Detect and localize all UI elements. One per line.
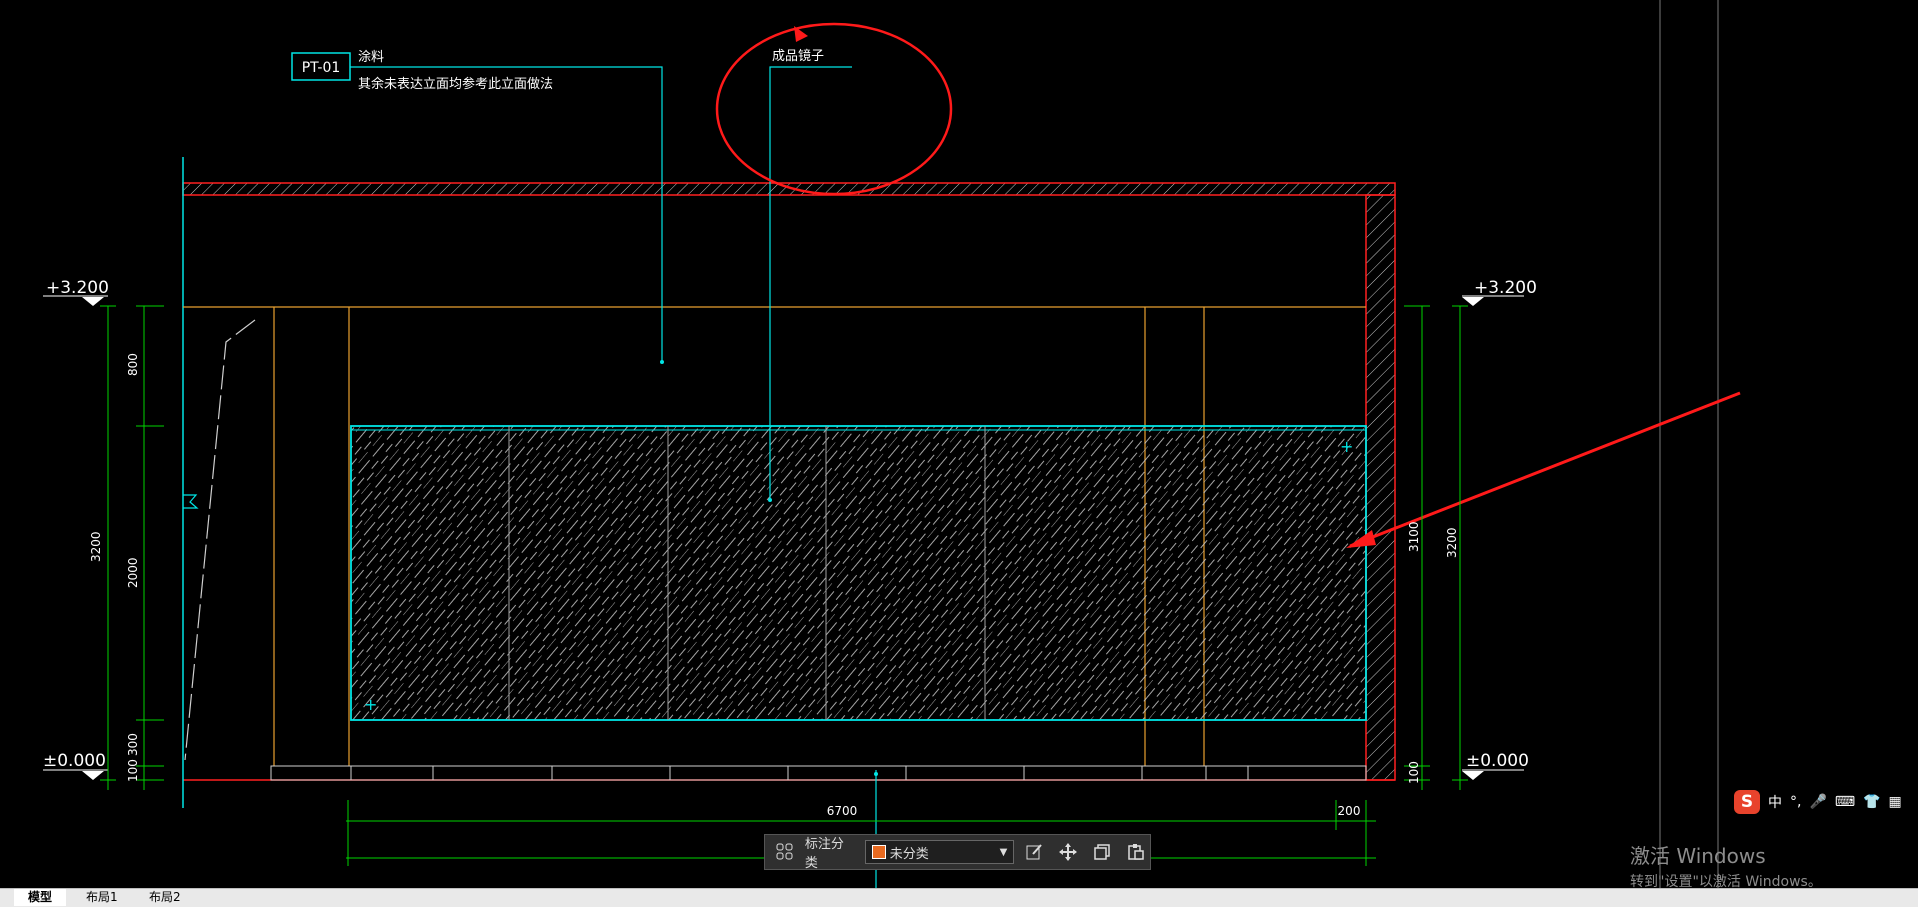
category-label: 标注分类 <box>804 837 844 871</box>
ceiling-slab <box>182 182 1396 196</box>
dim-100-left: 100 <box>126 759 140 782</box>
layout-tabs: 模型 布局1 布局2 <box>0 888 1918 907</box>
keyboard-icon[interactable]: ⌨ <box>1835 794 1855 810</box>
paint-leader <box>350 66 663 362</box>
paint-note: 涂料 <box>358 49 384 65</box>
level-mark-bottom-right: ±0.000 <box>1462 751 1529 780</box>
elevation-drawing: + + PT-01 涂料 其余未表达立面均参考此立面做法 成品镜子 +3.200 <box>43 0 1741 888</box>
dim-100-right: 100 <box>1407 761 1421 784</box>
door-swing-line <box>184 319 256 761</box>
dimension-category-toolbar: 标注分类 未分类 ▼ <box>764 834 1151 871</box>
material-tag-code: PT-01 <box>302 60 341 76</box>
level-mark-top-right: +3.200 <box>1462 278 1537 306</box>
dim-800: 800 <box>126 353 140 376</box>
apps-icon[interactable]: ▦ <box>1889 794 1902 810</box>
category-color-swatch <box>871 845 886 859</box>
break-symbol <box>183 494 199 509</box>
annotation-ellipse <box>715 22 953 196</box>
mirror-note: 成品镜子 <box>772 49 824 64</box>
shirt-icon[interactable]: 👕 <box>1863 794 1880 810</box>
dim-200: 200 <box>1338 804 1361 818</box>
svg-text:+: + <box>1340 437 1353 456</box>
mirror-panel: + + <box>350 425 1367 721</box>
dim-3100: 3100 <box>1407 521 1421 552</box>
category-select-value: 未分类 <box>889 846 929 862</box>
level-mark-bottom-left: ±0.000 <box>43 751 108 780</box>
svg-text:±0.000: ±0.000 <box>1466 751 1529 771</box>
svg-text:+3.200: +3.200 <box>1474 278 1537 298</box>
dim-300: 300 <box>126 733 140 756</box>
dim-2000: 2000 <box>126 557 140 588</box>
category-select[interactable]: 未分类 ▼ <box>864 840 1015 864</box>
dim-3200-left: 3200 <box>89 531 103 562</box>
left-dimensions <box>100 305 164 790</box>
grid-icon[interactable] <box>771 838 799 866</box>
watermark-title: 激活 Windows <box>1630 844 1766 868</box>
copy-icon[interactable] <box>1088 838 1116 866</box>
chevron-down-icon: ▼ <box>999 846 1008 858</box>
dim-3200-right: 3200 <box>1445 527 1459 558</box>
tab-layout1[interactable]: 布局1 <box>72 889 132 906</box>
activation-watermark: 激活 Windows 转到"设置"以激活 Windows。 <box>1630 840 1822 891</box>
svg-text:±0.000: ±0.000 <box>43 751 106 771</box>
mic-icon[interactable]: 🎤 <box>1809 794 1826 810</box>
right-wall <box>1365 194 1396 781</box>
ime-toolbar: S 中 °, 🎤 ⌨ 👕 ▦ <box>1734 790 1902 814</box>
paste-icon[interactable] <box>1122 838 1150 866</box>
svg-text:+3.200: +3.200 <box>46 278 109 298</box>
dim-6700: 6700 <box>827 804 858 818</box>
paint-note-detail: 其余未表达立面均参考此立面做法 <box>358 76 553 92</box>
svg-text:+: + <box>364 695 377 714</box>
cad-drawing-canvas[interactable]: + + PT-01 涂料 其余未表达立面均参考此立面做法 成品镜子 +3.200 <box>0 0 1918 888</box>
ime-punctuation[interactable]: °, <box>1790 794 1801 810</box>
edit-icon[interactable] <box>1020 838 1048 866</box>
ime-logo[interactable]: S <box>1734 790 1760 814</box>
tab-layout2[interactable]: 布局2 <box>135 889 195 906</box>
move-icon[interactable] <box>1054 838 1082 866</box>
tab-model[interactable]: 模型 <box>14 889 67 906</box>
level-mark-top-left: +3.200 <box>43 278 109 306</box>
ime-mode-chinese[interactable]: 中 <box>1768 792 1782 812</box>
skirting <box>270 765 1367 781</box>
